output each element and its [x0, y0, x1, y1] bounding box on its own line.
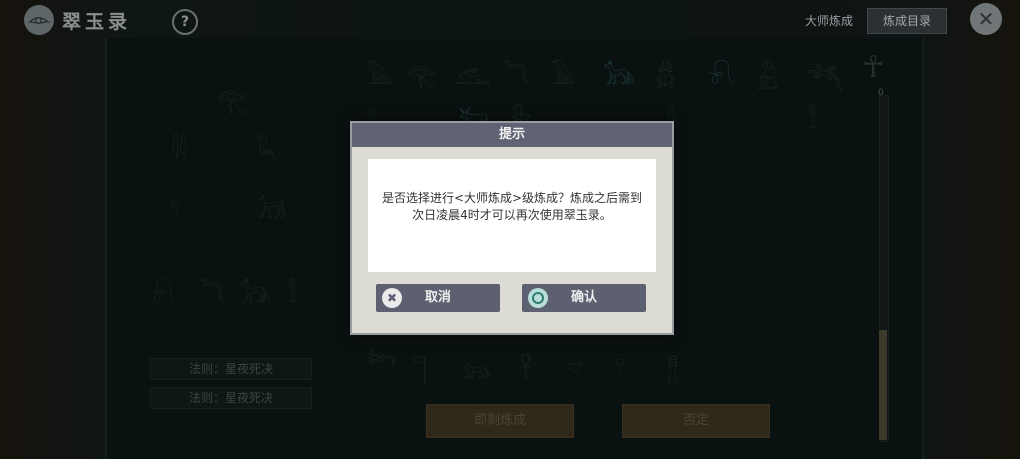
dialog-title: 提示: [352, 123, 672, 147]
confirm-label: 确认: [570, 290, 597, 305]
confirm-button[interactable]: 确认: [522, 284, 646, 312]
close-icon[interactable]: ✕: [970, 3, 1002, 35]
mode-label: 大师炼成: [805, 14, 854, 28]
cancel-x-icon: ✖: [382, 288, 402, 308]
top-bar: 𓁹 翠玉录 ? 大师炼成 炼成目录 ✕: [0, 0, 1020, 38]
app-title: 翠玉录: [62, 11, 132, 33]
cancel-button[interactable]: ✖ 取消: [376, 284, 500, 312]
question-icon[interactable]: ?: [172, 9, 198, 35]
dialog-message: 是否选择进行<大师炼成>级炼成？炼成之后需到次日凌晨4时才可以再次使用翠玉录。: [381, 191, 643, 222]
cancel-label: 取消: [424, 290, 451, 305]
confirm-dialog: 提示 是否选择进行<大师炼成>级炼成？炼成之后需到次日凌晨4时才可以再次使用翠玉…: [350, 121, 674, 335]
dialog-body: 是否选择进行<大师炼成>级炼成？炼成之后需到次日凌晨4时才可以再次使用翠玉录。: [368, 159, 656, 272]
catalog-button[interactable]: 炼成目录: [867, 8, 947, 34]
confirm-circle-icon: [528, 288, 548, 308]
pharaoh-head-icon[interactable]: 𓁹: [24, 5, 54, 35]
